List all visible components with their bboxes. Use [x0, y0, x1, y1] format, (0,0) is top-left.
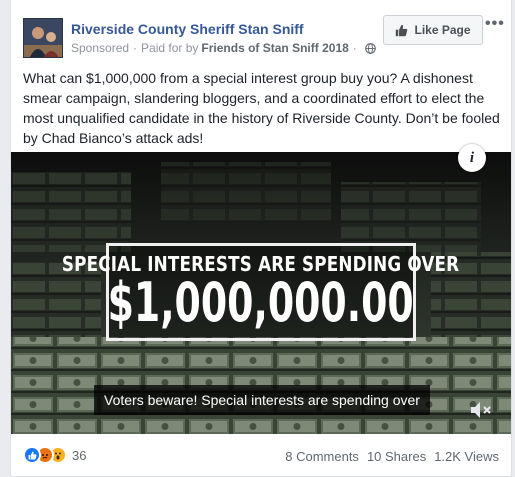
comments-count-link[interactable]: 8 Comments [285, 449, 359, 464]
thumbs-up-icon [395, 24, 408, 37]
like-page-label: Like Page [414, 23, 471, 37]
reactions-summary[interactable]: 36 [23, 446, 86, 464]
paid-for-prefix: Paid for by [141, 41, 199, 55]
more-options-icon[interactable]: ••• [485, 16, 505, 32]
overlay-amount: $1,000,000.00 [107, 271, 415, 334]
meta-separator: · [133, 41, 138, 55]
info-icon[interactable]: i [458, 144, 486, 172]
headline-overlay: SPECIAL INTERESTS ARE SPENDING OVER $1,0… [62, 243, 460, 341]
post-header: Riverside County Sheriff Stan Sniff Spon… [11, 0, 511, 64]
meta-separator: · [352, 41, 357, 55]
like-page-button[interactable]: Like Page [383, 15, 483, 45]
post-footer: 36 8 Comments 10 Shares 1.2K Views [11, 440, 511, 470]
like-reaction-icon [23, 446, 41, 464]
shares-count-link[interactable]: 10 Shares [367, 449, 426, 464]
engagement-stats: 8 Comments 10 Shares 1.2K Views [285, 449, 499, 464]
post-meta: Sponsored · Paid for by Friends of Stan … [71, 41, 376, 55]
sponsored-label[interactable]: Sponsored [71, 41, 129, 55]
paid-for-by-link[interactable]: Friends of Stan Sniff 2018 [201, 41, 348, 55]
sponsored-post-card: Riverside County Sheriff Stan Sniff Spon… [10, 0, 512, 477]
page-avatar[interactable] [23, 18, 63, 58]
views-count-link[interactable]: 1.2K Views [434, 449, 499, 464]
video-caption: Voters beware! Special interests are spe… [94, 385, 430, 415]
video-player[interactable]: SPECIAL INTERESTS ARE SPENDING OVER $1,0… [11, 152, 511, 434]
page-name-link[interactable]: Riverside County Sheriff Stan Sniff [71, 21, 304, 37]
post-text: What can $1,000,000 from a special inter… [23, 70, 500, 146]
reaction-count: 36 [72, 447, 87, 463]
globe-icon[interactable] [364, 42, 376, 54]
speaker-muted-icon[interactable] [469, 400, 493, 420]
